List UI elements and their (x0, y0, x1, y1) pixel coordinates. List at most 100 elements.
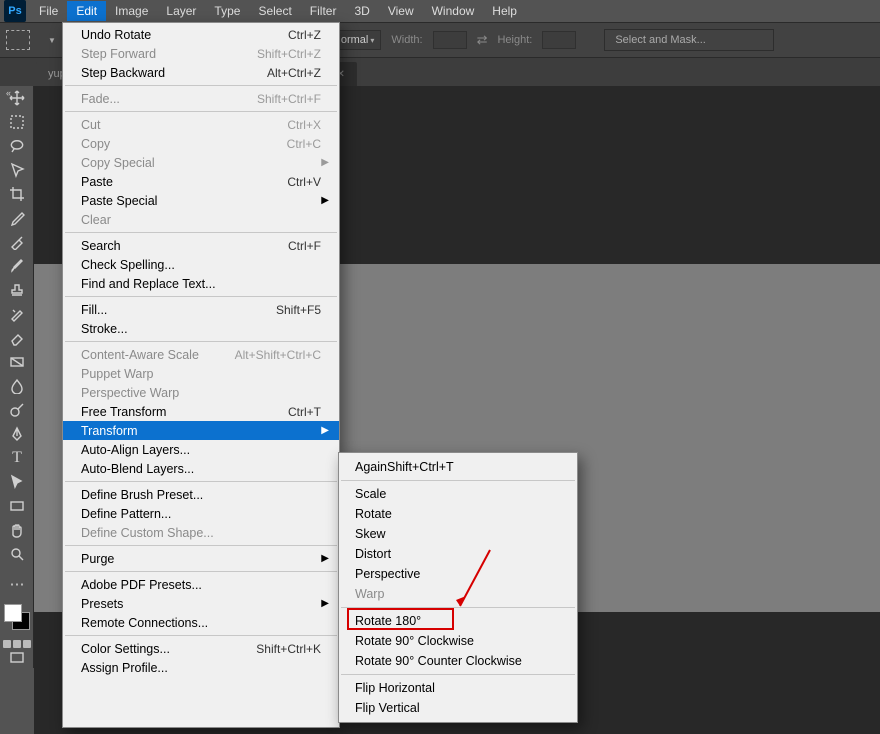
menu-item[interactable]: Define Pattern... (63, 504, 339, 523)
gradient-tool-icon[interactable] (0, 350, 34, 374)
menu-item-label: Scale (355, 487, 386, 501)
menu-item[interactable]: Presets▶ (63, 594, 339, 613)
color-swatches[interactable] (0, 600, 34, 634)
menu-item-label: Flip Vertical (355, 701, 420, 715)
menu-item-label: Fade... (81, 92, 120, 106)
menu-filter[interactable]: Filter (301, 1, 346, 21)
screen-mode-toggle-icon[interactable] (0, 648, 34, 668)
menu-view[interactable]: View (379, 1, 423, 21)
menu-item[interactable]: Define Brush Preset... (63, 485, 339, 504)
menu-item[interactable]: Purge▶ (63, 549, 339, 568)
stamp-tool-icon[interactable] (0, 278, 34, 302)
menu-item[interactable]: Assign Profile... (63, 658, 339, 677)
menu-item-label: Again (355, 460, 387, 474)
screen-mode-icon[interactable] (0, 640, 33, 648)
menu-item[interactable]: Perspective (339, 564, 577, 584)
healing-brush-tool-icon[interactable] (0, 230, 34, 254)
menu-item[interactable]: Auto-Align Layers... (63, 440, 339, 459)
menu-item-shortcut: Alt+Shift+Ctrl+C (235, 348, 321, 362)
select-and-mask-button[interactable]: Select and Mask... (604, 29, 774, 51)
history-brush-tool-icon[interactable] (0, 302, 34, 326)
menu-image[interactable]: Image (106, 1, 157, 21)
select-and-mask-label: Select and Mask... (615, 34, 706, 46)
menu-item[interactable]: Fill...Shift+F5 (63, 300, 339, 319)
menu-item-label: Skew (355, 527, 386, 541)
menu-item[interactable]: Rotate 90° Clockwise (339, 631, 577, 651)
menu-item[interactable]: Find and Replace Text... (63, 274, 339, 293)
swap-wh-icon[interactable]: ⇄ (477, 32, 488, 48)
menu-item-label: Rotate 90° Counter Clockwise (355, 654, 522, 668)
menu-item[interactable]: Flip Vertical (339, 698, 577, 718)
transform-submenu: AgainShift+Ctrl+T Scale Rotate Skew DistortP… (338, 452, 578, 723)
lasso-tool-icon[interactable] (0, 134, 34, 158)
ps-logo: Ps (4, 0, 26, 22)
menu-item-label: Check Spelling... (81, 258, 175, 272)
type-tool-icon[interactable]: T (0, 446, 34, 470)
menu-item-label: Define Brush Preset... (81, 488, 203, 502)
menu-item[interactable]: Auto-Blend Layers... (63, 459, 339, 478)
menu-edit[interactable]: Edit (67, 1, 106, 21)
zoom-tool-icon[interactable] (0, 542, 34, 566)
menu-item[interactable]: Remote Connections... (63, 613, 339, 632)
menu-type[interactable]: Type (205, 1, 249, 21)
menu-select[interactable]: Select (249, 1, 300, 21)
dodge-tool-icon[interactable] (0, 398, 34, 422)
pen-tool-icon[interactable] (0, 422, 34, 446)
menu-3d[interactable]: 3D (345, 1, 378, 21)
tool-preset-icon[interactable] (6, 30, 30, 50)
menu-item[interactable]: Scale (339, 484, 577, 504)
menu-item-shortcut: Ctrl+X (287, 118, 321, 132)
foreground-swatch[interactable] (4, 604, 22, 622)
menu-item[interactable]: Check Spelling... (63, 255, 339, 274)
menu-item-shortcut: Ctrl+C (287, 137, 321, 151)
hand-tool-icon[interactable] (0, 518, 34, 542)
height-input[interactable] (542, 31, 576, 49)
menu-item-label: Paste (81, 175, 113, 189)
blur-tool-icon[interactable] (0, 374, 34, 398)
edit-toolbar-icon[interactable]: ⋯ (0, 572, 34, 596)
eyedropper-tool-icon[interactable] (0, 206, 34, 230)
menu-item[interactable]: Free TransformCtrl+T (63, 402, 339, 421)
menu-item-label: Step Backward (81, 66, 165, 80)
brush-tool-icon[interactable] (0, 254, 34, 278)
width-input[interactable] (433, 31, 467, 49)
path-selection-tool-icon[interactable] (0, 470, 34, 494)
marquee-tool-icon[interactable] (0, 110, 34, 134)
quick-selection-tool-icon[interactable] (0, 158, 34, 182)
menu-item-label: Auto-Blend Layers... (81, 462, 194, 476)
menu-item-label: Define Custom Shape... (81, 526, 214, 540)
menu-item: Copy Special▶ (63, 153, 339, 172)
menu-item[interactable]: Rotate 90° Counter Clockwise (339, 651, 577, 671)
menu-item[interactable]: Paste Special▶ (63, 191, 339, 210)
menu-layer[interactable]: Layer (157, 1, 205, 21)
menu-item[interactable]: PasteCtrl+V (63, 172, 339, 191)
menu-item[interactable]: AgainShift+Ctrl+T (339, 457, 577, 477)
menu-item[interactable]: Skew (339, 524, 577, 544)
menu-item[interactable]: Rotate (339, 504, 577, 524)
menu-item-label: Flip Horizontal (355, 681, 435, 695)
menu-window[interactable]: Window (423, 1, 484, 21)
menu-file[interactable]: File (30, 1, 67, 21)
menu-item[interactable]: Adobe PDF Presets... (63, 575, 339, 594)
menu-item[interactable]: Stroke... (63, 319, 339, 338)
menu-item-label: Rotate 90° Clockwise (355, 634, 474, 648)
menu-item-label: Warp (355, 587, 384, 601)
menu-item[interactable]: Flip Horizontal (339, 678, 577, 698)
submenu-arrow-icon: ▶ (321, 425, 329, 436)
menu-help[interactable]: Help (483, 1, 526, 21)
menu-item[interactable]: Transform▶ (63, 421, 339, 440)
menu-item[interactable]: Undo RotateCtrl+Z (63, 25, 339, 44)
menu-item-shortcut: Shift+Ctrl+F (257, 92, 321, 106)
tool-preset-arrow-icon[interactable]: ▼ (48, 36, 56, 45)
menu-item-label: Cut (81, 118, 100, 132)
menu-item[interactable]: Color Settings...Shift+Ctrl+K (63, 639, 339, 658)
menu-item[interactable]: SearchCtrl+F (63, 236, 339, 255)
menu-item[interactable]: Distort (339, 544, 577, 564)
crop-tool-icon[interactable] (0, 182, 34, 206)
rectangle-tool-icon[interactable] (0, 494, 34, 518)
eraser-tool-icon[interactable] (0, 326, 34, 350)
menu-item[interactable]: Step BackwardAlt+Ctrl+Z (63, 63, 339, 82)
menu-item: Cut Ctrl+X (63, 115, 339, 134)
menu-item-label: Purge (81, 552, 114, 566)
menu-item-label: Adobe PDF Presets... (81, 578, 202, 592)
